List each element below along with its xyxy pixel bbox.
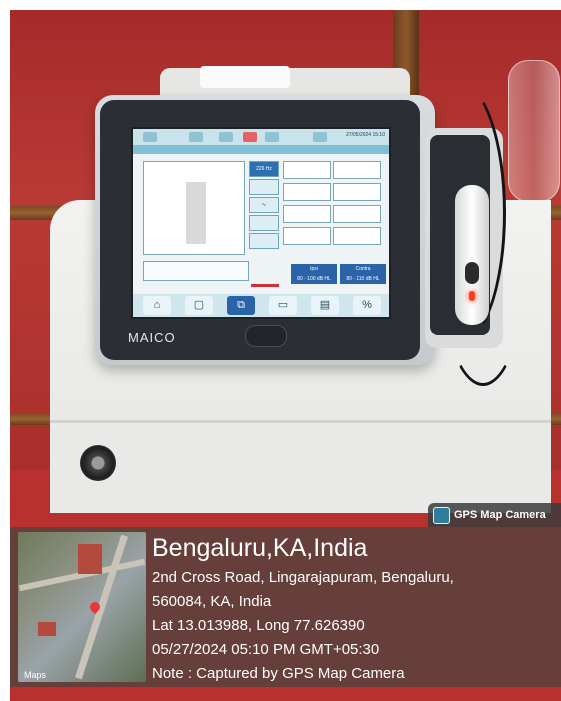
reflex-cell <box>333 205 381 223</box>
caption-coordinates: Lat 13.013988, Long 77.626390 <box>152 617 365 634</box>
reflex-cell <box>283 183 331 201</box>
ipsi-value: 80 - 100 dB HL <box>297 276 331 282</box>
brand-logo: MAICO <box>128 330 176 345</box>
screen-option-button <box>249 179 279 195</box>
screen-ear-icon <box>243 132 257 142</box>
caption-address-line2: 560084, KA, India <box>152 593 272 610</box>
contra-value: 80 - 110 dB HL <box>346 276 380 282</box>
probe-button <box>465 262 479 284</box>
settings-icon: % <box>353 296 381 315</box>
copy-icon: ⧉ <box>227 296 255 315</box>
hand-probe <box>455 185 489 325</box>
status-label <box>251 264 279 284</box>
reflex-cell <box>283 227 331 245</box>
screen-nav-icon <box>189 132 203 142</box>
reflex-cell <box>333 183 381 201</box>
screen-subbar <box>133 145 389 154</box>
reflex-cell <box>333 227 381 245</box>
glass-jar <box>508 60 560 202</box>
screen-nav-icon <box>265 132 279 142</box>
screen-topbar: 27/05/2024 15:10 <box>133 129 389 145</box>
caption-datetime: 05/27/2024 05:10 PM GMT+05:30 <box>152 641 380 658</box>
reflex-cell <box>283 205 331 223</box>
maps-label: Maps <box>24 670 47 680</box>
table-front <box>50 420 551 513</box>
status-bar <box>251 284 279 287</box>
wave-icon: ∿ <box>249 197 279 213</box>
save-icon: ▤ <box>311 296 339 315</box>
ipsi-range: Ipsi 80 - 100 dB HL <box>291 264 337 284</box>
screen-option-button <box>249 233 279 249</box>
screen-dock: ⌂ ▢ ⧉ ▭ ▤ % <box>133 294 389 317</box>
contra-range: Contra 80 - 110 dB HL <box>340 264 386 284</box>
reflex-grid <box>283 161 383 247</box>
screen-nav-icon <box>219 132 233 142</box>
caption-address-line1: 2nd Cross Road, Lingarajapuram, Bengalur… <box>152 569 454 586</box>
screen-play-icon <box>313 132 327 142</box>
device-home-button <box>245 325 287 347</box>
probe-led <box>469 291 475 301</box>
printer-paper-slot <box>200 66 290 88</box>
gps-tag-label: GPS Map Camera <box>454 509 546 521</box>
reflex-cell <box>333 161 381 179</box>
print-icon: ▭ <box>269 296 297 315</box>
ipsi-label: Ipsi <box>310 266 318 272</box>
screen-date: 27/05/2024 15:10 <box>346 132 385 138</box>
caption-city: Bengaluru,KA,India <box>152 534 368 562</box>
caption-note: Note : Captured by GPS Map Camera <box>152 665 405 682</box>
contra-label: Contra <box>355 266 371 272</box>
screen-controls: 226 Hz ∿ <box>249 161 279 251</box>
map-building <box>78 544 102 574</box>
results-table <box>143 261 249 281</box>
table-knob <box>80 445 116 481</box>
map-thumbnail: Maps <box>18 532 146 682</box>
device-screen: 27/05/2024 15:10 226 Hz ∿ Ipsi 80 - 100 … <box>131 127 391 319</box>
tympanogram-graph <box>143 161 245 255</box>
frequency-button: 226 Hz <box>249 161 279 177</box>
gps-map-camera-tag: GPS Map Camera <box>428 503 561 527</box>
chart-icon: ▢ <box>185 296 213 315</box>
camera-app-icon <box>433 507 450 524</box>
map-building <box>38 622 56 636</box>
screen-nav-icon <box>143 132 157 142</box>
home-icon: ⌂ <box>143 296 171 315</box>
reflex-cell <box>283 161 331 179</box>
normal-range-box <box>186 182 206 244</box>
screen-option-button <box>249 215 279 231</box>
